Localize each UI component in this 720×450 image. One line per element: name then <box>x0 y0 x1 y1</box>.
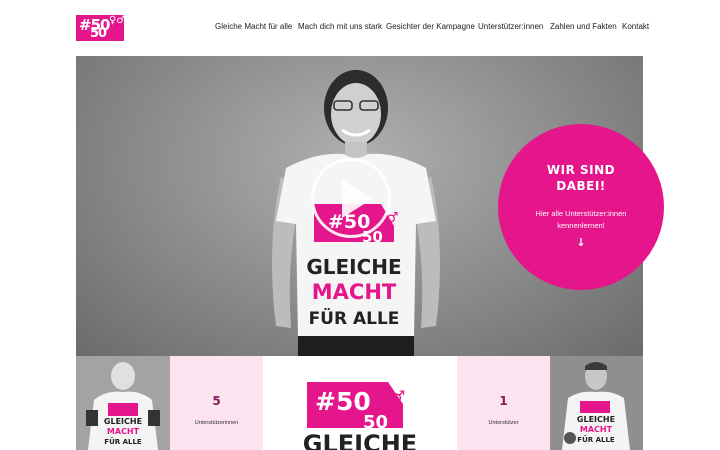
supporter-photo: GLEICHE MACHT FÜR ALLE <box>76 356 170 450</box>
svg-text:♂: ♂ <box>391 387 405 406</box>
campaign-logo-tile: #50 50 ♂ GLEICHE <box>263 356 457 450</box>
supporter-photo: GLEICHE MACHT FÜR ALLE <box>550 356 643 450</box>
svg-text:FÜR ALLE: FÜR ALLE <box>104 437 142 446</box>
stat-number: 5 <box>212 394 221 408</box>
site-logo[interactable]: #50 ♀♂ 50 <box>76 15 126 41</box>
badge-title: WIR SIND DABEI! <box>546 163 616 193</box>
badge-subtitle: Hier alle Unterstützer:innen kennenlerne… <box>535 209 627 230</box>
supporter-thumb-left[interactable]: GLEICHE MACHT FÜR ALLE <box>76 356 170 450</box>
svg-text:GLEICHE: GLEICHE <box>303 430 417 450</box>
wir-sind-dabei-badge[interactable]: WIR SIND DABEI! Hier alle Unterstützer:i… <box>498 124 664 290</box>
stat-label: Unterstützerinnen <box>194 420 239 426</box>
nav-item-gesichter[interactable]: Gesichter der Kampagne <box>386 22 475 31</box>
campaign-logo: #50 50 ♂ GLEICHE <box>303 382 417 450</box>
video-play-button[interactable] <box>311 158 391 238</box>
svg-text:MACHT: MACHT <box>107 427 140 436</box>
shirt-text-gleiche: GLEICHE <box>306 255 401 279</box>
shirt-text-fuer-alle: FÜR ALLE <box>309 307 400 329</box>
stat-unterstuetzerinnen[interactable]: 5 Unterstützerinnen <box>170 356 263 450</box>
shirt-text-macht: MACHT <box>312 280 397 304</box>
stat-number: 1 <box>499 394 508 408</box>
svg-text:FÜR ALLE: FÜR ALLE <box>577 435 615 444</box>
arrow-down-icon: ↓ <box>576 236 586 249</box>
stat-unterstuetzer[interactable]: 1 Unterstützer <box>457 356 550 450</box>
gender-symbols-icon: ♀♂ <box>109 15 126 26</box>
nav-item-kontakt[interactable]: Kontakt <box>622 22 649 31</box>
nav-item-mach-dich-stark[interactable]: Mach dich mit uns stark <box>298 22 382 31</box>
supporter-thumb-right[interactable]: GLEICHE MACHT FÜR ALLE <box>550 356 643 450</box>
stat-label: Unterstützer <box>488 420 519 426</box>
logo-text-lower: 50 <box>90 26 107 41</box>
nav-item-gleiche-macht[interactable]: Gleiche Macht für alle <box>215 22 292 31</box>
svg-text:GLEICHE: GLEICHE <box>577 415 615 424</box>
svg-text:GLEICHE: GLEICHE <box>104 417 142 426</box>
nav-item-unterstuetzer[interactable]: Unterstützer:innen <box>478 22 543 31</box>
svg-text:MACHT: MACHT <box>580 425 613 434</box>
nav-item-zahlen-fakten[interactable]: Zahlen und Fakten <box>550 22 617 31</box>
